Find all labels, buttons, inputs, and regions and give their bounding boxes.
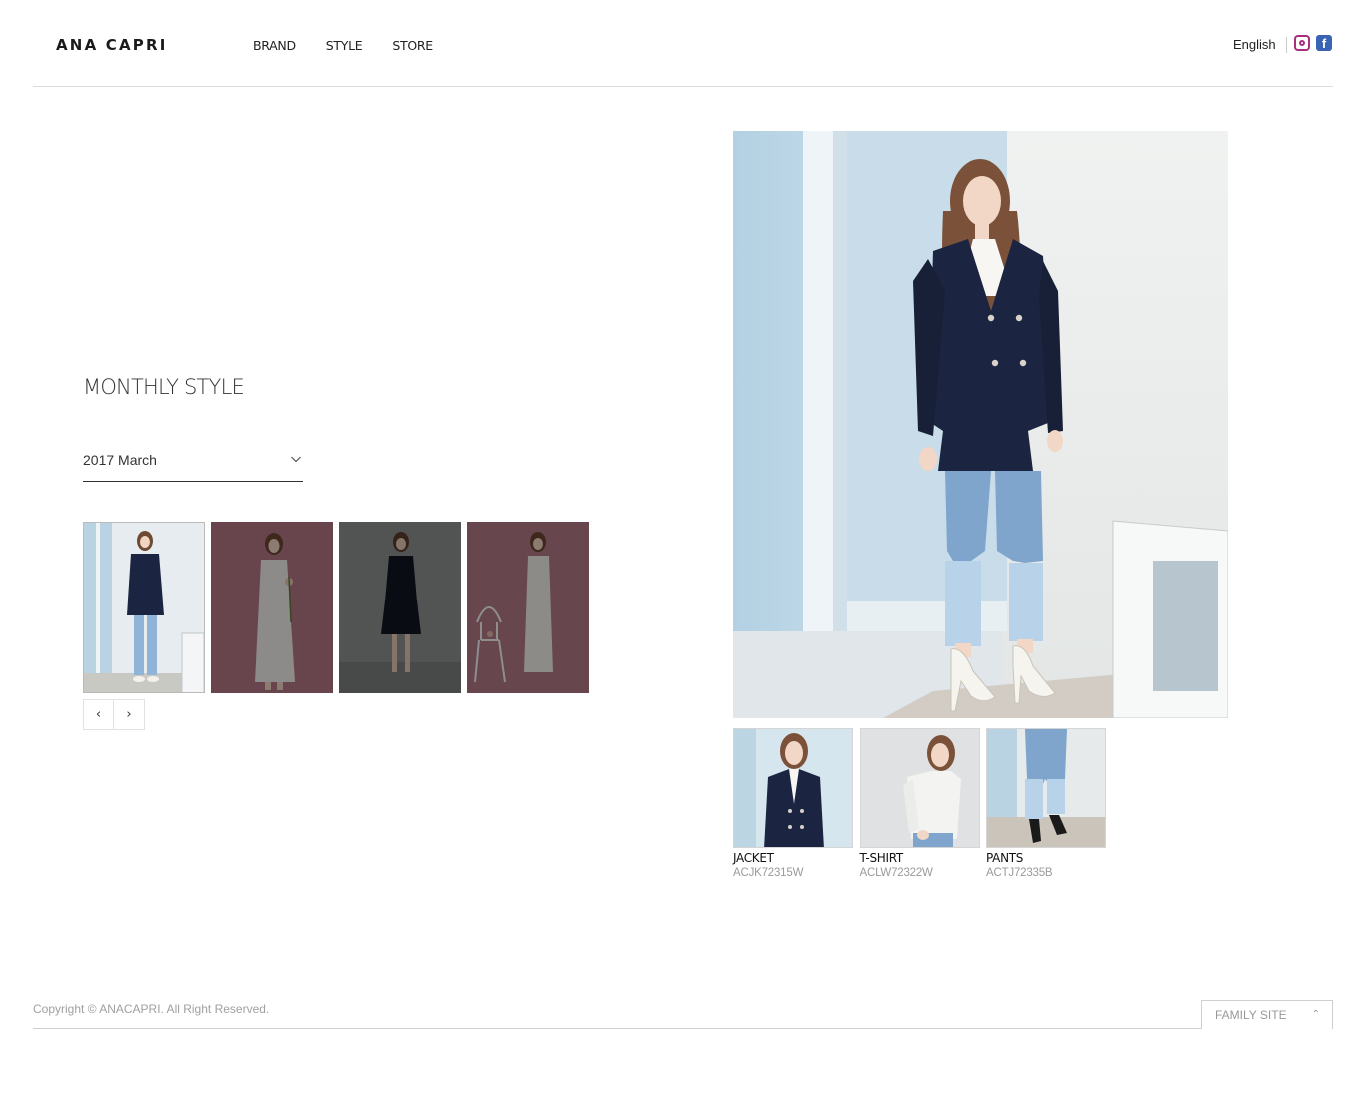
product-thumbnail[interactable] <box>733 728 853 848</box>
model-photo <box>733 131 1228 718</box>
tshirt-photo <box>860 729 979 847</box>
product-name: JACKET <box>733 851 774 865</box>
product-item[interactable]: JACKET ACJK72315W <box>733 728 853 879</box>
site-header: ANA CAPRI BRAND STYLE STORE English f <box>33 0 1333 87</box>
thumbnail-overlay <box>211 522 333 693</box>
nav-style[interactable]: STYLE <box>326 38 363 53</box>
product-code: ACLW72322W <box>859 867 933 879</box>
brand-logo[interactable]: ANA CAPRI <box>56 36 168 54</box>
thumbnail-pager: ‹ › <box>83 699 145 730</box>
next-button[interactable]: › <box>114 699 145 730</box>
site-footer: Copyright © ANACAPRI. All Right Reserved… <box>33 999 1333 1029</box>
style-thumb-1[interactable] <box>83 522 205 693</box>
facebook-icon[interactable]: f <box>1316 35 1332 51</box>
product-item[interactable]: PANTS ACTJ72335B <box>986 728 1106 879</box>
main-nav: BRAND STYLE STORE <box>253 38 463 53</box>
page-title: MONTHLY STYLE <box>83 375 245 399</box>
product-thumbnail[interactable] <box>859 728 980 848</box>
copyright-text: Copyright © ANACAPRI. All Right Reserved… <box>33 1002 270 1016</box>
product-thumbnail[interactable] <box>986 728 1106 848</box>
product-code: ACJK72315W <box>733 867 804 879</box>
month-selected-value: 2017 March <box>83 452 157 468</box>
month-dropdown[interactable]: 2017 March <box>83 446 303 482</box>
product-item[interactable]: T-SHIRT ACLW72322W <box>859 728 980 879</box>
family-site-label: FAMILY SITE <box>1215 1008 1287 1022</box>
thumbnail-overlay <box>467 522 589 693</box>
product-name: PANTS <box>986 851 1024 865</box>
style-photo <box>84 523 204 692</box>
style-thumb-3[interactable] <box>339 522 461 693</box>
chevron-up-icon: ⌃ <box>1311 1009 1320 1020</box>
jacket-photo <box>734 729 852 847</box>
product-code: ACTJ72335B <box>986 867 1053 879</box>
product-name: T-SHIRT <box>859 851 904 865</box>
style-thumb-4[interactable] <box>467 522 589 693</box>
chevron-down-icon <box>291 456 301 463</box>
instagram-icon[interactable] <box>1294 35 1310 51</box>
style-thumb-2[interactable] <box>211 522 333 693</box>
product-items: JACKET ACJK72315W T-SHIRT ACLW72322W PAN… <box>733 728 1113 879</box>
main-style-photo <box>733 131 1228 718</box>
thumbnail-overlay <box>339 522 461 693</box>
prev-button[interactable]: ‹ <box>83 699 114 730</box>
style-thumbnails <box>83 522 595 693</box>
nav-store[interactable]: STORE <box>392 38 433 53</box>
pants-photo <box>987 729 1105 847</box>
nav-brand[interactable]: BRAND <box>253 38 296 53</box>
language-selector[interactable]: English <box>1233 37 1287 53</box>
family-site-dropdown[interactable]: FAMILY SITE ⌃ <box>1201 1000 1333 1029</box>
